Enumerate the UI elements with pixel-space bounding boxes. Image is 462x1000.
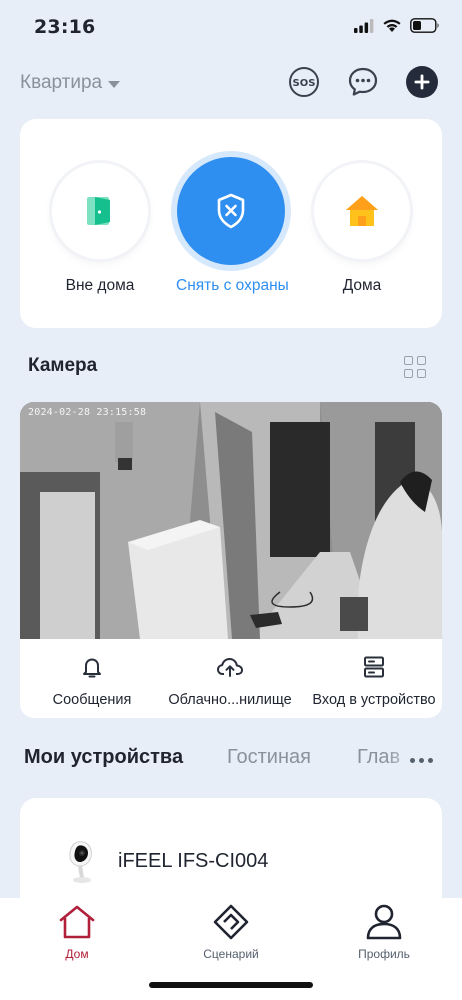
caret-down-icon [108, 80, 121, 88]
bell-icon [83, 658, 101, 678]
mode-away-label: Вне дома [65, 277, 135, 294]
shield-x-icon [217, 193, 245, 229]
mode-away[interactable]: Вне дома [45, 163, 155, 295]
tab-home[interactable]: Дом [22, 904, 132, 961]
more-dots-icon[interactable] [410, 758, 433, 763]
plus-icon [406, 66, 438, 98]
tab-scenario-label: Сценарий [203, 947, 259, 961]
messages-action-label: Сообщения [52, 692, 132, 708]
status-time: 23:16 [34, 16, 96, 38]
device-name: iFEEL IFS-CI004 [118, 850, 269, 872]
tab-my-devices[interactable]: Мои устройства [24, 746, 183, 769]
mode-home-circle [314, 163, 410, 259]
chat-bubble-icon [348, 67, 378, 96]
grid-view-icon[interactable] [404, 356, 426, 378]
camera-card: 2024-02-28 23:15:58 Сообщения Облачно...… [20, 402, 442, 718]
home-selector[interactable]: Квартира [20, 72, 121, 94]
mode-disarm-label: Снять с охраны [176, 277, 289, 294]
tab-home-label: Дом [65, 947, 89, 961]
home-header: Квартира SOS [0, 60, 462, 106]
messages-action[interactable]: Сообщения [44, 655, 140, 708]
mode-disarm[interactable]: Снять с охраны [176, 157, 289, 295]
person-icon [366, 904, 402, 940]
house-icon [346, 196, 378, 226]
sos-icon: SOS [289, 67, 319, 97]
sos-button[interactable]: SOS [288, 66, 320, 98]
cloud-upload-icon [217, 658, 243, 677]
wifi-icon [383, 19, 401, 32]
server-icon [364, 656, 384, 678]
home-name: Квартира [20, 72, 103, 93]
camera-scene [20, 402, 442, 639]
tab-living-room[interactable]: Гостиная [227, 746, 311, 769]
svg-text:SOS: SOS [293, 78, 316, 89]
camera-live-feed[interactable]: 2024-02-28 23:15:58 [20, 402, 442, 639]
home-indicator [149, 982, 313, 988]
add-button[interactable] [406, 66, 438, 98]
tab-scenario[interactable]: Сценарий [176, 904, 286, 961]
camera-device-icon [60, 838, 100, 891]
cloud-storage-action-label: Облачно...нилище [168, 692, 292, 708]
device-login-action-label: Вход в устройство [312, 692, 436, 708]
mode-home-label: Дома [342, 277, 382, 294]
layers-diamond-icon [213, 904, 249, 940]
tab-profile-label: Профиль [358, 947, 410, 961]
mode-home[interactable]: Дома [307, 163, 417, 295]
status-bar: 23:16 [0, 0, 462, 56]
device-room-tabs: Мои устройства Гостиная Глав [0, 742, 462, 778]
mode-away-circle [52, 163, 148, 259]
camera-actions: Сообщения Облачно...нилище Вход в устрой… [20, 639, 442, 718]
messages-button[interactable] [347, 66, 379, 98]
mode-disarm-circle [177, 157, 285, 265]
camera-section-title: Камера [28, 355, 98, 376]
door-icon [87, 197, 110, 225]
tab-profile[interactable]: Профиль [329, 904, 439, 961]
status-icons [354, 18, 440, 33]
device-login-action[interactable]: Вход в устройство [310, 655, 438, 708]
cloud-storage-action[interactable]: Облачно...нилище [160, 655, 300, 708]
security-mode-card: Вне дома Снять с охраны Дома [20, 119, 442, 328]
cellular-signal-icon [354, 18, 374, 33]
battery-icon [410, 18, 439, 33]
camera-timestamp: 2024-02-28 23:15:58 [28, 407, 147, 418]
house-outline-icon [59, 905, 95, 939]
